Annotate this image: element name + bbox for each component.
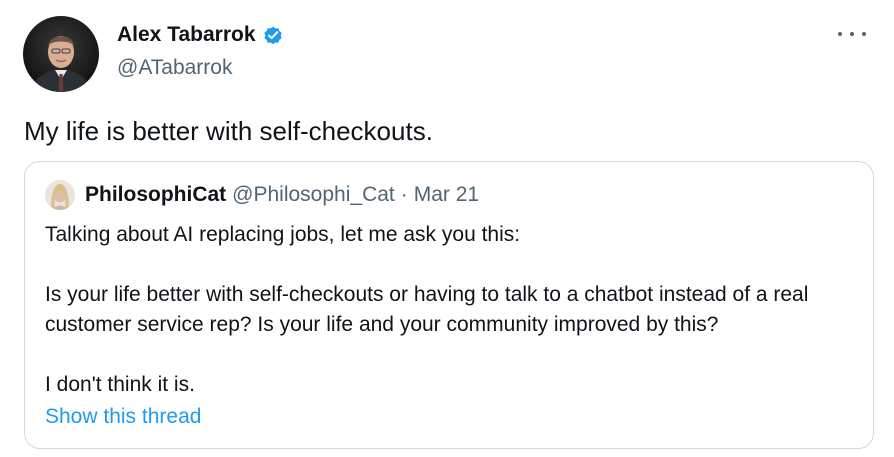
quoted-tweet-card[interactable]: PhilosophiCat @Philosophi_Cat · Mar 21 T… (24, 161, 874, 449)
verified-badge-icon[interactable] (262, 24, 284, 46)
more-options-icon[interactable] (838, 22, 866, 46)
author-name[interactable]: Alex Tabarrok (117, 22, 256, 48)
quoted-tweet-paragraph: Talking about AI replacing jobs, let me … (45, 223, 521, 246)
tweet-text: My life is better with self-checkouts. (24, 116, 433, 146)
tweet: Alex Tabarrok @ATabarrok My life is bett… (0, 0, 894, 457)
quoted-author-handle[interactable]: @Philosophi_Cat (232, 183, 395, 207)
more-dot-icon (850, 32, 854, 36)
author-handle[interactable]: @ATabarrok (117, 55, 232, 81)
quoted-tweet-date[interactable]: Mar 21 (414, 183, 479, 207)
show-thread-link[interactable]: Show this thread (45, 403, 201, 431)
quoted-tweet-paragraph: Is your life better with self-checkouts … (45, 283, 809, 336)
quoted-header-separator: · (400, 183, 408, 206)
quoted-tweet-paragraph: I don't think it is. (45, 373, 195, 396)
author-name-row: Alex Tabarrok (117, 22, 284, 48)
more-dot-icon (838, 32, 842, 36)
author-avatar[interactable] (23, 16, 99, 92)
more-dot-icon (862, 32, 866, 36)
quoted-tweet-body: Talking about AI replacing jobs, let me … (45, 220, 865, 400)
quoted-tweet-header: PhilosophiCat @Philosophi_Cat · Mar 21 (45, 180, 479, 210)
quoted-author-name[interactable]: PhilosophiCat (85, 183, 226, 207)
quoted-author-avatar[interactable] (45, 180, 75, 210)
